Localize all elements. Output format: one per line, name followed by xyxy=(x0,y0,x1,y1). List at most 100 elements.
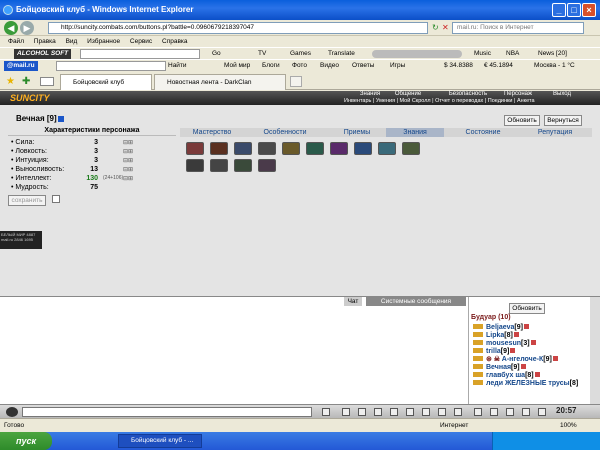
info-icon[interactable] xyxy=(523,324,529,329)
private-icon[interactable] xyxy=(473,372,483,377)
quick-tabs-icon[interactable] xyxy=(40,77,54,86)
chat-input[interactable] xyxy=(22,407,312,417)
user-row[interactable]: главбух ша[8] xyxy=(473,372,540,380)
add-favorite-icon[interactable]: ✚ xyxy=(22,76,30,87)
close-button[interactable]: × xyxy=(582,3,596,17)
tab-fight-club[interactable]: Бойцовский клуб xyxy=(60,74,152,90)
tab-state[interactable]: Состояние xyxy=(450,128,516,137)
menu-edit[interactable]: Правка xyxy=(34,38,56,45)
new-tab-button[interactable] xyxy=(290,76,302,87)
private-icon[interactable] xyxy=(473,340,483,345)
stop-icon[interactable]: ✕ xyxy=(442,23,449,32)
menu-help[interactable]: Справка xyxy=(162,38,188,45)
search-input[interactable]: mail.ru: Поиск в Интернет xyxy=(452,22,584,34)
info-icon[interactable] xyxy=(510,348,516,353)
refresh-chat-icon[interactable] xyxy=(454,408,462,416)
games-link[interactable]: Игры xyxy=(390,60,405,72)
info-icon[interactable] xyxy=(58,116,64,122)
menu-file[interactable]: Файл xyxy=(8,38,24,45)
plus-minus-icon[interactable]: ⊟⊞ xyxy=(123,175,133,184)
filter-icon[interactable] xyxy=(358,408,366,416)
info-icon[interactable] xyxy=(520,364,526,369)
tab-knowledge[interactable]: Знания xyxy=(386,128,444,137)
user-name[interactable]: леди ЖЕЛЕЗНЫЕ трусы xyxy=(486,380,570,387)
scroll-item[interactable] xyxy=(402,142,420,155)
chat-scrollbar[interactable] xyxy=(590,297,600,405)
scroll-item[interactable] xyxy=(186,142,204,155)
video-link[interactable]: Видео xyxy=(320,60,339,72)
private-icon[interactable] xyxy=(473,332,483,337)
private-icon[interactable] xyxy=(473,356,483,361)
user-row[interactable]: Вечная[9] xyxy=(473,364,526,372)
private-icon[interactable] xyxy=(473,324,483,329)
menu-favorites[interactable]: Избранное xyxy=(87,38,120,45)
scroll-item[interactable] xyxy=(354,142,372,155)
user-row[interactable]: ⊛ ☠ A-нгелоче-К[9] xyxy=(473,356,558,364)
favorites-star-icon[interactable]: ★ xyxy=(6,76,15,87)
scroll-item[interactable] xyxy=(378,142,396,155)
menu-character[interactable]: Персонаж xyxy=(494,91,542,98)
scroll-item[interactable] xyxy=(210,159,228,172)
scroll-item[interactable] xyxy=(306,142,324,155)
friends-icon[interactable] xyxy=(474,408,482,416)
user-name[interactable]: Lipka xyxy=(486,332,504,339)
plus-minus-icon[interactable]: ⊟⊞ xyxy=(123,166,133,175)
private-icon[interactable] xyxy=(473,364,483,369)
scroll-item[interactable] xyxy=(234,159,252,172)
forward-icon[interactable]: ▶ xyxy=(20,21,34,35)
plus-minus-icon[interactable]: ⊟⊞ xyxy=(123,139,133,148)
user-name[interactable]: A-нгелоче-К xyxy=(502,356,543,363)
plus-minus-icon[interactable]: ⊟⊞ xyxy=(123,148,133,157)
user-name[interactable]: Вечная xyxy=(486,364,511,371)
clear-icon[interactable] xyxy=(342,408,350,416)
minimize-button[interactable]: _ xyxy=(552,3,566,17)
room-refresh-button[interactable]: Обновить xyxy=(509,303,545,314)
taskbar-item[interactable]: Бойцовский клуб - ... xyxy=(118,434,202,448)
scroll-item[interactable] xyxy=(330,142,348,155)
emoticon-icon[interactable] xyxy=(6,407,18,417)
back-button[interactable]: Вернуться xyxy=(544,115,582,126)
clan-icon[interactable] xyxy=(438,408,446,416)
blogs-link[interactable]: Блоги xyxy=(262,60,280,72)
smiles-icon[interactable] xyxy=(374,408,382,416)
refresh-button[interactable]: Обновить xyxy=(504,115,540,126)
tab-mastery[interactable]: Мастерство xyxy=(180,128,244,137)
scroll-item[interactable] xyxy=(234,142,252,155)
maximize-button[interactable]: □ xyxy=(567,3,581,17)
menu-communication[interactable]: Общение xyxy=(384,91,432,98)
mail-icon[interactable] xyxy=(506,408,514,416)
user-row[interactable]: Beljaeva[9] xyxy=(473,324,529,332)
photo-link[interactable]: Фото xyxy=(292,60,307,72)
settings-icon[interactable] xyxy=(490,408,498,416)
user-name[interactable]: mousesun xyxy=(486,340,521,347)
alcohol-search-input[interactable] xyxy=(80,49,200,59)
back-icon[interactable]: ◀ xyxy=(4,21,18,35)
scroll-item[interactable] xyxy=(258,159,276,172)
tab-techniques[interactable]: Приемы xyxy=(326,128,388,137)
scroll-item[interactable] xyxy=(258,142,276,155)
menu-security[interactable]: Безопасность xyxy=(438,91,498,98)
url-field[interactable]: http://suncity.combats.com/buttons.pl?ba… xyxy=(48,22,428,34)
tab-darkclan-news[interactable]: Новостная лента - DarkClan xyxy=(154,74,286,90)
scroll-item[interactable] xyxy=(210,142,228,155)
scroll-item[interactable] xyxy=(186,159,204,172)
answers-link[interactable]: Ответы xyxy=(352,60,374,72)
user-row[interactable]: mousesun[3] xyxy=(473,340,536,348)
help-icon[interactable] xyxy=(522,408,530,416)
sub-menu[interactable]: Инвентарь | Умения | Мой Скролл | Отчет … xyxy=(344,98,535,105)
send-icon[interactable] xyxy=(322,408,330,416)
save-checkbox[interactable] xyxy=(52,195,60,203)
refresh-icon[interactable]: ↻ xyxy=(432,23,439,32)
plus-minus-icon[interactable]: ⊟⊞ xyxy=(123,157,133,166)
user-name[interactable]: trilla xyxy=(486,348,501,355)
inventory-icon[interactable] xyxy=(422,408,430,416)
tab-features[interactable]: Особенности xyxy=(250,128,320,137)
mailru-search-input[interactable] xyxy=(56,61,166,71)
info-icon[interactable] xyxy=(530,340,536,345)
menu-view[interactable]: Вид xyxy=(66,38,78,45)
user-name[interactable]: Beljaeva xyxy=(486,324,514,331)
user-row[interactable]: trilla[9] xyxy=(473,348,516,356)
user-name[interactable]: главбух ша xyxy=(486,372,525,379)
menu-exit[interactable]: Выход xyxy=(538,91,586,98)
menu-tools[interactable]: Сервис xyxy=(130,38,152,45)
